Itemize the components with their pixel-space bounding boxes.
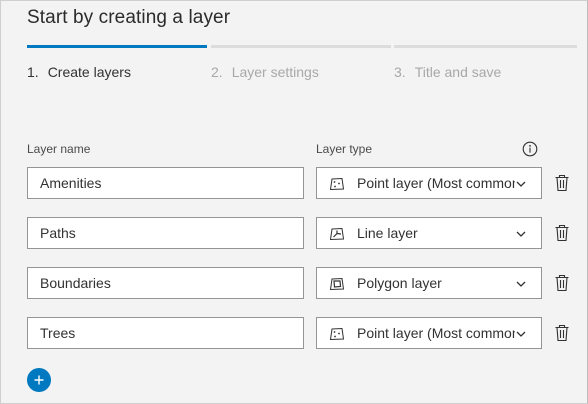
- step-number: 1.: [27, 64, 39, 80]
- trash-icon[interactable]: [554, 224, 570, 242]
- chevron-down-icon: [516, 231, 526, 237]
- trash-icon[interactable]: [554, 324, 570, 342]
- layer-row: Polygon layer: [27, 267, 577, 299]
- chevron-down-icon: [516, 281, 526, 287]
- line-layer-icon: [329, 227, 345, 241]
- step-progress-bar: [394, 45, 577, 48]
- layer-type-label: Point layer (Most commonly used): [357, 175, 515, 191]
- layer-row: Line layer: [27, 217, 577, 249]
- point-layer-icon: [329, 177, 345, 191]
- page-title: Start by creating a layer: [27, 7, 231, 28]
- layer-row: Point layer (Most commonly used): [27, 317, 577, 349]
- layer-type-select[interactable]: Line layer: [316, 217, 542, 249]
- step-number: 3.: [394, 64, 406, 80]
- trash-icon[interactable]: [554, 174, 570, 192]
- layer-name-header: Layer name: [27, 142, 91, 156]
- layer-type-header: Layer type: [316, 142, 373, 156]
- step-label: Create layers: [47, 64, 131, 80]
- layer-name-input[interactable]: [27, 217, 304, 249]
- polygon-layer-icon: [329, 277, 345, 291]
- layer-name-input[interactable]: [27, 267, 304, 299]
- layer-name-input[interactable]: [27, 167, 304, 199]
- layer-type-label: Polygon layer: [357, 275, 442, 291]
- chevron-down-icon: [516, 331, 526, 337]
- trash-icon[interactable]: [554, 274, 570, 292]
- chevron-down-icon: [516, 181, 526, 187]
- step-label: Layer settings: [231, 64, 319, 80]
- step-progress-bar: [27, 45, 207, 48]
- point-layer-icon: [329, 327, 345, 341]
- step-label: Title and save: [414, 64, 502, 80]
- info-icon[interactable]: [522, 141, 538, 157]
- plus-icon: [34, 375, 44, 385]
- create-layer-panel: Start by creating a layer 1. Create layer…: [0, 0, 588, 404]
- add-layer-button[interactable]: [27, 368, 51, 392]
- layer-type-select[interactable]: Point layer (Most commonly used): [316, 167, 542, 199]
- step-indicator: 1. Create layers 2. Layer settings 3. Title…: [27, 45, 577, 85]
- layer-type-select[interactable]: Polygon layer: [316, 267, 542, 299]
- layer-type-select[interactable]: Point layer (Most commonly used): [316, 317, 542, 349]
- layer-name-input[interactable]: [27, 317, 304, 349]
- step-progress-bar: [211, 45, 391, 48]
- layer-type-label: Line layer: [357, 225, 418, 241]
- layer-row: Point layer (Most commonly used): [27, 167, 577, 199]
- layer-type-label: Point layer (Most commonly used): [357, 325, 515, 341]
- step-number: 2.: [211, 64, 223, 80]
